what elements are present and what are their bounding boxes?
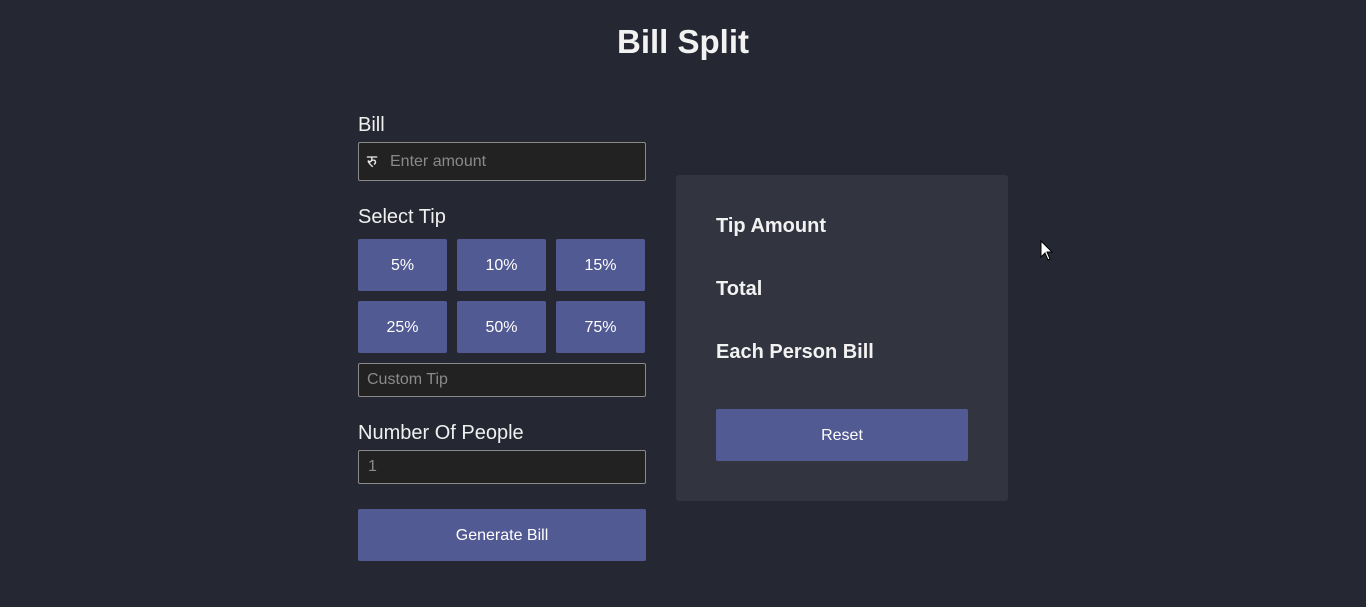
mouse-cursor-icon <box>1040 240 1054 261</box>
total-label: Total <box>716 278 763 300</box>
tip-75-button[interactable]: 75% <box>556 301 645 353</box>
custom-tip-input[interactable] <box>359 364 645 396</box>
people-count-input[interactable] <box>359 451 645 483</box>
tip-25-button[interactable]: 25% <box>358 301 447 353</box>
rupee-icon: रु <box>366 152 378 171</box>
tip-amount-label: Tip Amount <box>716 215 826 237</box>
each-person-bill-label: Each Person Bill <box>716 341 874 363</box>
tip-10-button[interactable]: 10% <box>457 239 546 291</box>
tip-50-button[interactable]: 50% <box>457 301 546 353</box>
bill-field[interactable]: रु <box>358 142 646 181</box>
tip-5-button[interactable]: 5% <box>358 239 447 291</box>
number-of-people-label: Number Of People <box>358 422 524 444</box>
reset-button[interactable]: Reset <box>716 409 968 461</box>
select-tip-label: Select Tip <box>358 206 446 228</box>
bill-split-page: Bill Split Bill रु Select Tip 5% 10% 15%… <box>0 0 1366 607</box>
people-field[interactable] <box>358 450 646 484</box>
bill-label: Bill <box>358 114 385 136</box>
generate-bill-button[interactable]: Generate Bill <box>358 509 646 561</box>
results-card: Tip Amount Total Each Person Bill Reset <box>676 175 1008 501</box>
tip-15-button[interactable]: 15% <box>556 239 645 291</box>
bill-amount-input[interactable] <box>359 143 645 180</box>
page-title: Bill Split <box>617 23 749 60</box>
custom-tip-field[interactable] <box>358 363 646 397</box>
